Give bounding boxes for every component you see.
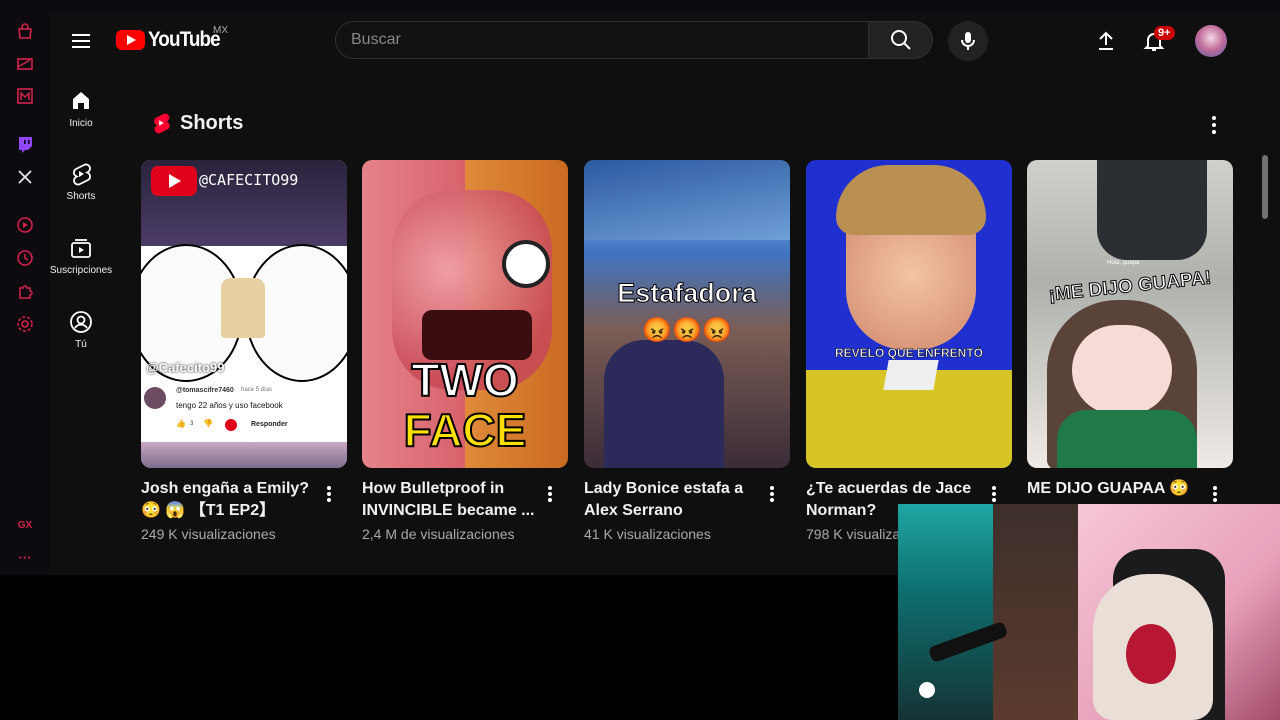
short-card[interactable]: @CAFECITO99 @Cafecito99 @tomascifre7460 … bbox=[141, 160, 347, 542]
webcam-overlay bbox=[898, 504, 1280, 720]
more-options-icon[interactable] bbox=[986, 484, 1002, 504]
extensions-icon[interactable] bbox=[15, 281, 35, 301]
scrollbar[interactable] bbox=[1262, 155, 1268, 219]
more-options-icon[interactable] bbox=[764, 484, 780, 504]
subscriptions-icon bbox=[71, 239, 91, 258]
search-box[interactable] bbox=[335, 21, 869, 59]
you-icon bbox=[70, 311, 92, 333]
overlay-handle: @Cafecito99 bbox=[146, 360, 225, 375]
guide-item-home[interactable]: Inicio bbox=[50, 89, 112, 129]
shelf-title-text: Shorts bbox=[180, 111, 244, 134]
twitch-icon[interactable] bbox=[15, 134, 35, 154]
cartoon-figure bbox=[221, 278, 265, 338]
shorts-icon bbox=[73, 163, 91, 186]
thumbs-up-icon: 👍 bbox=[176, 419, 186, 428]
comment-reply: Responder bbox=[251, 421, 288, 428]
short-title[interactable]: ME DIJO GUAPAA 😳 bbox=[1027, 478, 1207, 500]
upload-icon[interactable] bbox=[1094, 29, 1118, 53]
search-button[interactable] bbox=[869, 21, 933, 59]
guide-item-label: Inicio bbox=[69, 118, 93, 129]
overlay-emoji: 😡😡😡 bbox=[642, 317, 732, 344]
settings-icon[interactable] bbox=[15, 314, 35, 334]
country-code: MX bbox=[213, 25, 228, 36]
hamburger-menu-icon[interactable] bbox=[69, 29, 93, 53]
short-views: 249 K visualizaciones bbox=[141, 526, 276, 542]
browser-tab-strip bbox=[0, 0, 1280, 12]
thumbs-down-icon: 👎 bbox=[203, 419, 213, 428]
guide-item-label: Suscripciones bbox=[50, 265, 113, 276]
person-icon bbox=[919, 682, 935, 698]
short-thumbnail[interactable]: REVELÓ QUE ENFRENTÓ bbox=[806, 160, 1012, 468]
masthead: YouTube MX 9+ bbox=[50, 12, 1280, 69]
more-options-icon[interactable] bbox=[542, 484, 558, 504]
short-thumbnail[interactable]: Hola, guapa ¡ME DIJO GUAPA! bbox=[1027, 160, 1233, 468]
youtube-logo[interactable]: YouTube bbox=[116, 28, 228, 52]
comment-box: @tomascifre7460 hace 5 días tengo 22 año… bbox=[141, 382, 347, 442]
voice-search-button[interactable] bbox=[948, 21, 988, 61]
comment-time: hace 5 días bbox=[241, 387, 273, 393]
short-title[interactable]: Josh engaña a Emily? 😳 😱 【T1 EP2】 bbox=[141, 478, 321, 522]
search-icon bbox=[890, 30, 911, 50]
shelf-more-icon[interactable] bbox=[1202, 113, 1226, 137]
short-thumbnail[interactable]: TWO FACE bbox=[362, 160, 568, 468]
music-icon[interactable] bbox=[15, 86, 35, 106]
youtube-play-icon bbox=[116, 30, 145, 50]
shorts-shelf-title: Shorts bbox=[150, 111, 243, 135]
short-views: 41 K visualizaciones bbox=[584, 526, 711, 542]
overlay-line1: TWO bbox=[410, 354, 519, 406]
microphone-icon bbox=[961, 32, 975, 50]
guide-item-subscriptions[interactable]: Suscripciones bbox=[50, 236, 112, 276]
guide-item-you[interactable]: Tú bbox=[50, 310, 112, 350]
home-icon bbox=[73, 92, 89, 109]
guide-item-shorts[interactable]: Shorts bbox=[50, 162, 112, 202]
overlay-text: Estafadora bbox=[617, 278, 758, 309]
opera-gx-sidebar: GX ··· bbox=[0, 12, 50, 575]
guide-item-label: Tú bbox=[75, 339, 87, 350]
comment-text: tengo 22 años y uso facebook bbox=[176, 401, 283, 410]
player-icon[interactable] bbox=[15, 215, 35, 235]
heart-icon bbox=[225, 419, 237, 431]
gx-icon[interactable]: GX bbox=[15, 515, 35, 535]
short-views: 2,4 M de visualizaciones bbox=[362, 526, 515, 542]
short-card[interactable]: TWO FACE How Bulletproof in INVINCIBLE b… bbox=[362, 160, 568, 542]
more-icon[interactable]: ··· bbox=[15, 547, 35, 567]
notifications-badge: 9+ bbox=[1154, 26, 1175, 40]
x-icon[interactable] bbox=[15, 167, 35, 187]
shorts-logo-icon bbox=[154, 113, 170, 134]
short-title[interactable]: Lady Bonice estafa a Alex Serrano bbox=[584, 478, 764, 522]
wallet-icon[interactable] bbox=[15, 54, 35, 74]
shopping-icon[interactable] bbox=[15, 22, 35, 42]
short-card[interactable]: Hola, guapa ¡ME DIJO GUAPA! ME DIJO GUAP… bbox=[1027, 160, 1233, 502]
short-card[interactable]: REVELÓ QUE ENFRENTÓ ¿Te acuerdas de Jace… bbox=[806, 160, 1012, 542]
comment-likes: 3 bbox=[190, 421, 194, 427]
guide-item-label: Shorts bbox=[66, 191, 96, 202]
play-badge-icon bbox=[151, 166, 197, 196]
overlay-small: Hola, guapa bbox=[1107, 260, 1140, 266]
short-thumbnail[interactable]: @CAFECITO99 @Cafecito99 @tomascifre7460 … bbox=[141, 160, 347, 468]
history-icon[interactable] bbox=[15, 248, 35, 268]
short-thumbnail[interactable]: Estafadora 😡😡😡 bbox=[584, 160, 790, 468]
avatar bbox=[144, 387, 166, 409]
avatar[interactable] bbox=[1195, 25, 1227, 57]
youtube-page: YouTube MX 9+ Inicio Shorts Suscripcione… bbox=[50, 12, 1280, 575]
short-card[interactable]: Estafadora 😡😡😡 Lady Bonice estafa a Alex… bbox=[584, 160, 790, 542]
search-input[interactable] bbox=[336, 22, 851, 58]
overlay-text: REVELÓ QUE ENFRENTÓ bbox=[834, 346, 984, 361]
short-title[interactable]: How Bulletproof in INVINCIBLE became ... bbox=[362, 478, 542, 522]
more-options-icon[interactable] bbox=[1207, 484, 1223, 504]
more-options-icon[interactable] bbox=[321, 484, 337, 504]
overlay-line2: FACE bbox=[403, 404, 528, 456]
logo-text: YouTube bbox=[148, 28, 221, 51]
overlay-channel: @CAFECITO99 bbox=[199, 171, 299, 189]
comment-user: @tomascifre7460 bbox=[176, 387, 234, 394]
